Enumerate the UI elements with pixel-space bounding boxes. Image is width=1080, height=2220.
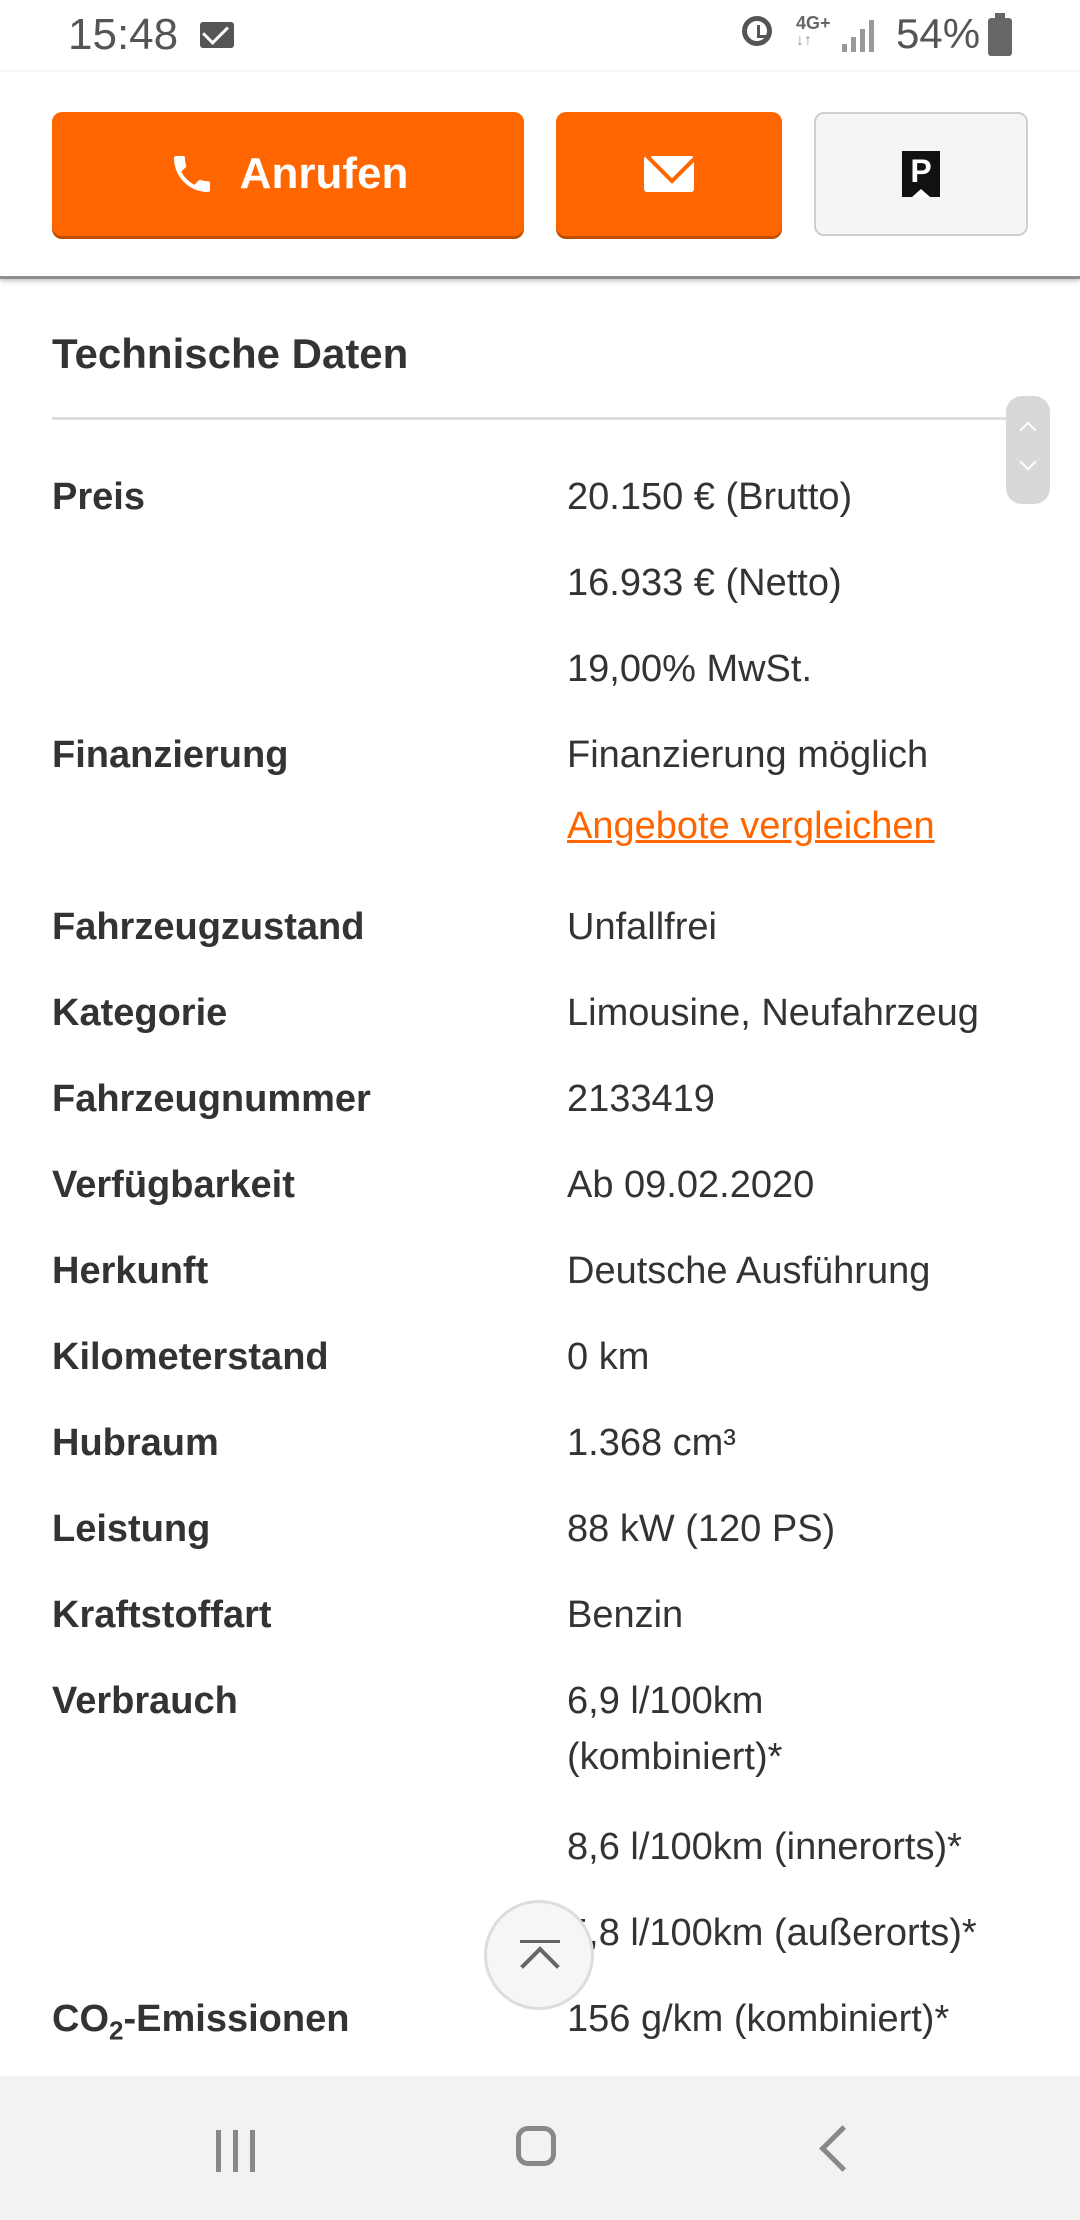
parking-icon: P xyxy=(902,151,940,197)
spec-label-verfuegbarkeit: Verfügbarkeit xyxy=(52,1164,295,1206)
spec-label-kraftstoffart: Kraftstoffart xyxy=(52,1594,272,1636)
contact-action-bar: Anrufen P xyxy=(0,72,1080,279)
fast-scroll-handle[interactable] xyxy=(1006,396,1050,504)
co2-label-main: CO xyxy=(52,1998,109,2040)
park-vehicle-button[interactable]: P xyxy=(814,112,1028,236)
spec-value-hubraum: 1.368 cm³ xyxy=(567,1422,736,1464)
spec-label-verbrauch: Verbrauch xyxy=(52,1680,238,1722)
spec-value-kategorie: Limousine, Neufahrzeug xyxy=(567,992,979,1034)
home-button[interactable] xyxy=(490,2108,590,2188)
envelope-icon xyxy=(644,156,694,192)
spec-label-leistung: Leistung xyxy=(52,1508,211,1550)
system-nav-bar xyxy=(0,2076,1080,2220)
status-bar: 15:48 4G+ ↓↑ 54% xyxy=(0,0,1080,72)
spec-value-kilometerstand: 0 km xyxy=(567,1336,650,1378)
back-icon xyxy=(819,2125,866,2172)
call-button[interactable]: Anrufen xyxy=(52,112,524,236)
email-button[interactable] xyxy=(556,112,782,236)
spec-label-kategorie: Kategorie xyxy=(52,992,228,1034)
co2-label-subscript: 2 xyxy=(109,2015,124,2046)
spec-value-verbrauch-innerorts: 8,6 l/100km (innerorts)* xyxy=(567,1826,962,1868)
recent-apps-button[interactable] xyxy=(186,2108,286,2188)
home-icon xyxy=(516,2126,556,2166)
network-type-icon: 4G+ ↓↑ xyxy=(796,13,831,49)
spec-label-fahrzeugnummer: Fahrzeugnummer xyxy=(52,1078,371,1120)
call-button-label: Anrufen xyxy=(239,149,409,198)
spec-label-co2: CO2-Emissionen xyxy=(52,1998,349,2047)
co2-label-rest: -Emissionen xyxy=(123,1998,350,2040)
spec-value-fahrzeugnummer: 2133419 xyxy=(567,1078,715,1120)
spec-label-kilometerstand: Kilometerstand xyxy=(52,1336,329,1378)
spec-value-preis-brutto: 20.150 € (Brutto) xyxy=(567,476,853,518)
compare-offers-link[interactable]: Angebote vergleichen xyxy=(567,805,935,848)
signal-icon xyxy=(842,18,878,52)
chevron-down-icon xyxy=(1019,453,1037,471)
spec-value-herkunft: Deutsche Ausführung xyxy=(567,1250,931,1292)
status-time: 15:48 xyxy=(68,10,179,59)
battery-icon xyxy=(988,13,1012,56)
phone-icon xyxy=(173,156,210,192)
spec-value-verfuegbarkeit: Ab 09.02.2020 xyxy=(567,1164,815,1206)
spec-value-verbrauch-kombiniert: 6,9 l/100km xyxy=(567,1680,764,1722)
scroll-to-top-button[interactable] xyxy=(484,1900,594,2010)
spec-value-finanzierung: Finanzierung möglich xyxy=(567,734,929,776)
spec-value-verbrauch-kombiniert-suffix: (kombiniert)* xyxy=(567,1736,783,1778)
spec-value-fahrzeugzustand: Unfallfrei xyxy=(567,906,717,948)
section-title: Technische Daten xyxy=(52,330,409,377)
back-button[interactable] xyxy=(790,2108,890,2188)
spec-value-leistung: 88 kW (120 PS) xyxy=(567,1508,836,1550)
spec-value-co2: 156 g/km (kombiniert)* xyxy=(567,1998,950,2040)
mail-notification-icon xyxy=(200,22,234,48)
spec-value-preis-netto: 16.933 € (Netto) xyxy=(567,562,842,604)
chevron-up-icon xyxy=(520,1946,560,1986)
spec-label-hubraum: Hubraum xyxy=(52,1422,219,1464)
network-type-label: 4G+ xyxy=(796,13,831,33)
spec-value-preis-mwst: 19,00% MwSt. xyxy=(567,648,812,690)
spec-value-verbrauch-ausserorts: 5,8 l/100km (außerorts)* xyxy=(567,1912,977,1954)
chevron-up-icon xyxy=(1019,421,1037,439)
spec-label-fahrzeugzustand: Fahrzeugzustand xyxy=(52,906,365,948)
alarm-icon xyxy=(742,16,772,46)
battery-percentage: 54% xyxy=(896,10,981,57)
spec-value-kraftstoffart: Benzin xyxy=(567,1594,684,1636)
spec-label-preis: Preis xyxy=(52,476,145,518)
spec-label-herkunft: Herkunft xyxy=(52,1250,209,1292)
scroll-top-bar xyxy=(520,1940,560,1943)
spec-label-finanzierung: Finanzierung xyxy=(52,734,289,776)
section-divider xyxy=(52,417,1012,420)
